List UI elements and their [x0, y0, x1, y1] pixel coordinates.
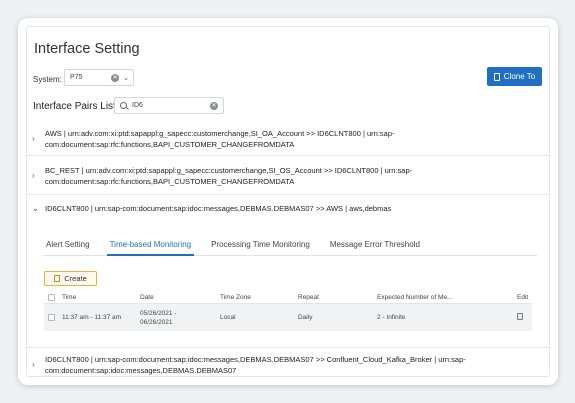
system-label: System:	[33, 75, 62, 84]
chevron-down-icon[interactable]: ⌄	[32, 204, 39, 215]
table-header: Time Date Time Zone Repeat Expected Numb…	[44, 291, 532, 304]
divider	[27, 347, 549, 348]
row-expected: 2 - Infinite	[377, 314, 406, 321]
select-all-checkbox[interactable]	[48, 293, 55, 301]
header-date: Date	[140, 293, 154, 301]
monitoring-tabs: Alert Setting Time-based Monitoring Proc…	[43, 239, 537, 256]
pair-item-line1: AWS | urn:adv.com:xi:ptd:sapappl:g_sapec…	[45, 129, 395, 138]
header-time-zone: Time Zone	[220, 293, 251, 301]
clear-icon[interactable]: ✕	[111, 73, 120, 82]
chevron-right-icon[interactable]: ›	[32, 360, 35, 371]
row-repeat: Daily	[298, 314, 313, 321]
chevron-right-icon[interactable]: ›	[32, 171, 35, 182]
page-title: Interface Setting	[34, 41, 140, 57]
pair-item-expanded[interactable]: ⌄ ID6CLNT800 | urn:sap-com:document:sap:…	[27, 204, 549, 215]
pair-item-line2: com:document:sap:idoc:messages,DEBMAS.DE…	[45, 365, 237, 375]
pair-item-line1: ID6CLNT800 | urn:sap-com:document:sap:id…	[45, 204, 392, 213]
pair-item-line2: com:document:sap:rfc:functions,BAPI_CUST…	[45, 176, 295, 186]
header-expected: Expected Number of Me...	[377, 293, 453, 301]
header-edit: Edit	[517, 293, 529, 301]
clone-to-button[interactable]: Clone To	[487, 67, 542, 86]
tab-processing-time-monitoring[interactable]: Processing Time Monitoring	[208, 239, 313, 256]
main-card: Interface Setting System: P75 ✕ ⌄ Clone …	[18, 18, 558, 385]
row-checkbox[interactable]	[48, 314, 55, 321]
table-row: 11:37 am - 11:37 am 05/26/2021 - 06/26/2…	[44, 304, 532, 331]
row-date: 05/26/2021 - 06/26/2021	[140, 309, 220, 327]
pair-item-line1: ID6CLNT800 | urn:sap-com:document:sap:id…	[45, 355, 466, 364]
chevron-right-icon[interactable]: ›	[32, 134, 35, 145]
tab-message-error-threshold[interactable]: Message Error Threshold	[327, 239, 423, 256]
pair-item-line2: com:document:sap:rfc:functions,BAPI_CUST…	[45, 139, 295, 149]
add-document-icon	[54, 275, 61, 282]
divider	[27, 194, 549, 195]
system-select[interactable]: P75 ✕ ⌄	[64, 69, 134, 86]
clear-search-icon[interactable]: ✕	[210, 101, 218, 110]
pairs-search-input[interactable]: ID6 ✕	[114, 97, 224, 114]
row-timezone: Local	[220, 314, 236, 321]
chevron-down-icon[interactable]: ⌄	[123, 74, 129, 82]
pairs-search-value: ID6	[132, 102, 143, 109]
pair-item-line1: BC_REST | urn:adv.com:xi:ptd:sapappl:g_s…	[45, 166, 413, 175]
create-button[interactable]: Create	[44, 271, 97, 286]
pair-item[interactable]: › AWS | urn:adv.com:xi:ptd:sapappl:g_sap…	[27, 129, 549, 150]
clone-to-label: Clone To	[503, 72, 536, 81]
interface-panel: Interface Setting System: P75 ✕ ⌄ Clone …	[26, 26, 550, 377]
system-select-value: P75	[70, 74, 83, 81]
row-date-end: 06/26/2021	[140, 318, 173, 326]
pair-item[interactable]: › BC_REST | urn:adv.com:xi:ptd:sapappl:g…	[27, 166, 549, 187]
monitoring-table: Time Date Time Zone Repeat Expected Numb…	[44, 291, 532, 331]
tab-alert-setting[interactable]: Alert Setting	[43, 239, 93, 256]
divider	[27, 155, 549, 156]
tab-time-based-monitoring[interactable]: Time-based Monitoring	[106, 239, 195, 256]
edit-icon[interactable]	[517, 313, 523, 320]
header-repeat: Repeat	[298, 293, 319, 301]
header-time: Time	[62, 293, 77, 301]
row-time: 11:37 am - 11:37 am	[62, 314, 122, 321]
document-icon	[493, 72, 500, 81]
pairs-list-title: Interface Pairs List	[33, 101, 116, 112]
search-icon	[120, 102, 127, 109]
pair-item[interactable]: › ID6CLNT800 | urn:sap-com:document:sap:…	[27, 355, 549, 376]
row-date-start: 05/26/2021 -	[140, 309, 177, 317]
create-label: Create	[64, 274, 87, 283]
